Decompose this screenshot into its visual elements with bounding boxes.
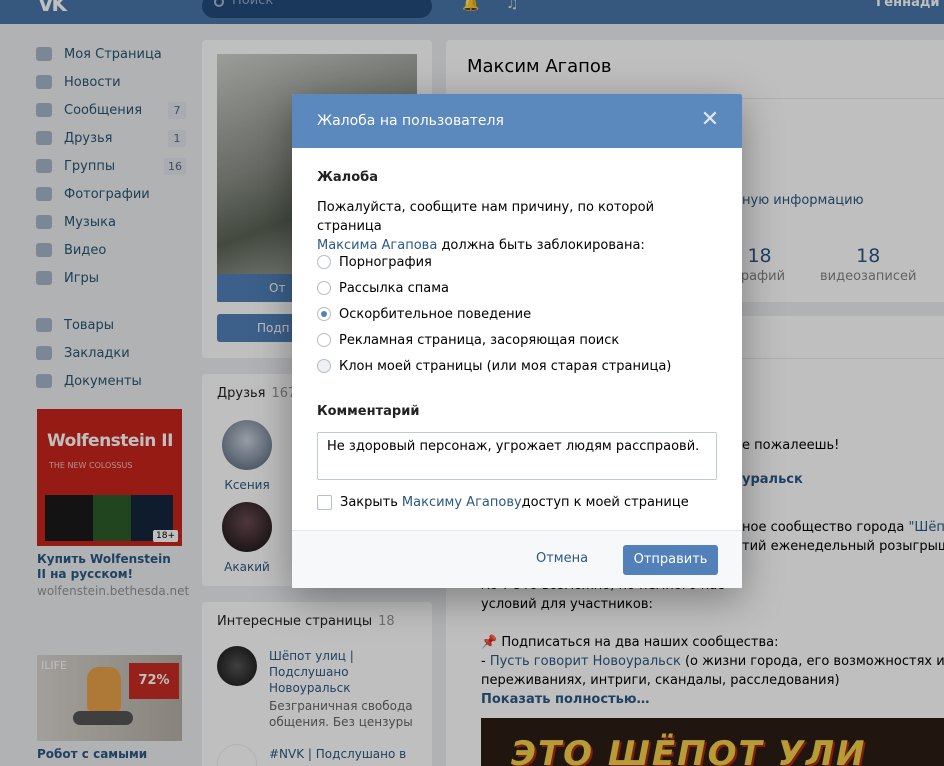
reason-label: Рассылка спама	[339, 280, 450, 296]
close-icon[interactable]: ✕	[700, 109, 720, 131]
block-access-checkbox-row[interactable]: Закрыть Максиму Агапову доступ к моей ст…	[317, 493, 689, 511]
comment-label: Комментарий	[317, 404, 420, 419]
comment-field[interactable]: Не здоровый персонаж, угрожает людям рас…	[317, 432, 717, 480]
checkbox-label: Закрыть	[340, 494, 398, 510]
complaint-label: Жалоба	[317, 170, 378, 185]
radio-button[interactable]	[317, 333, 331, 347]
radio-button[interactable]	[317, 255, 331, 269]
reason-ad-page[interactable]: Рекламная страница, засоряющая поиск	[317, 331, 619, 349]
radio-button-selected[interactable]	[317, 307, 331, 321]
radio-button[interactable]	[317, 281, 331, 295]
dialog-footer: Отмена Отправить	[292, 530, 742, 588]
reason-clone[interactable]: Клон моей страницы (или моя старая стран…	[317, 357, 671, 375]
cancel-button[interactable]: Отмена	[536, 551, 588, 566]
reason-label: Рекламная страница, засоряющая поиск	[339, 332, 620, 348]
reason-spam[interactable]: Рассылка спама	[317, 279, 449, 297]
prompt-text: должна быть заблокирована:	[437, 238, 645, 253]
dialog-title: Жалоба на пользователя	[317, 113, 504, 129]
checkbox[interactable]	[317, 494, 332, 510]
submit-button[interactable]: Отправить	[623, 545, 718, 575]
checkbox-label: доступ к моей странице	[521, 494, 689, 510]
reason-label: Порнография	[339, 254, 432, 270]
profile-link[interactable]: Максима Агапова	[317, 238, 437, 253]
prompt-text: Пожалуйста, сообщите нам причину, по кот…	[317, 200, 655, 234]
complaint-prompt: Пожалуйста, сообщите нам причину, по кот…	[317, 198, 717, 255]
reason-porn[interactable]: Порнография	[317, 253, 432, 271]
reason-insult[interactable]: Оскорбительное поведение	[317, 305, 531, 323]
reason-label: Клон моей страницы (или моя старая стран…	[339, 358, 672, 374]
reason-label: Оскорбительное поведение	[339, 306, 532, 322]
dialog-header: Жалоба на пользователя ✕	[292, 94, 742, 148]
report-user-dialog: Жалоба на пользователя ✕ Жалоба Пожалуйс…	[292, 94, 742, 588]
radio-button[interactable]	[317, 359, 331, 373]
profile-link[interactable]: Максиму Агапову	[402, 495, 522, 510]
